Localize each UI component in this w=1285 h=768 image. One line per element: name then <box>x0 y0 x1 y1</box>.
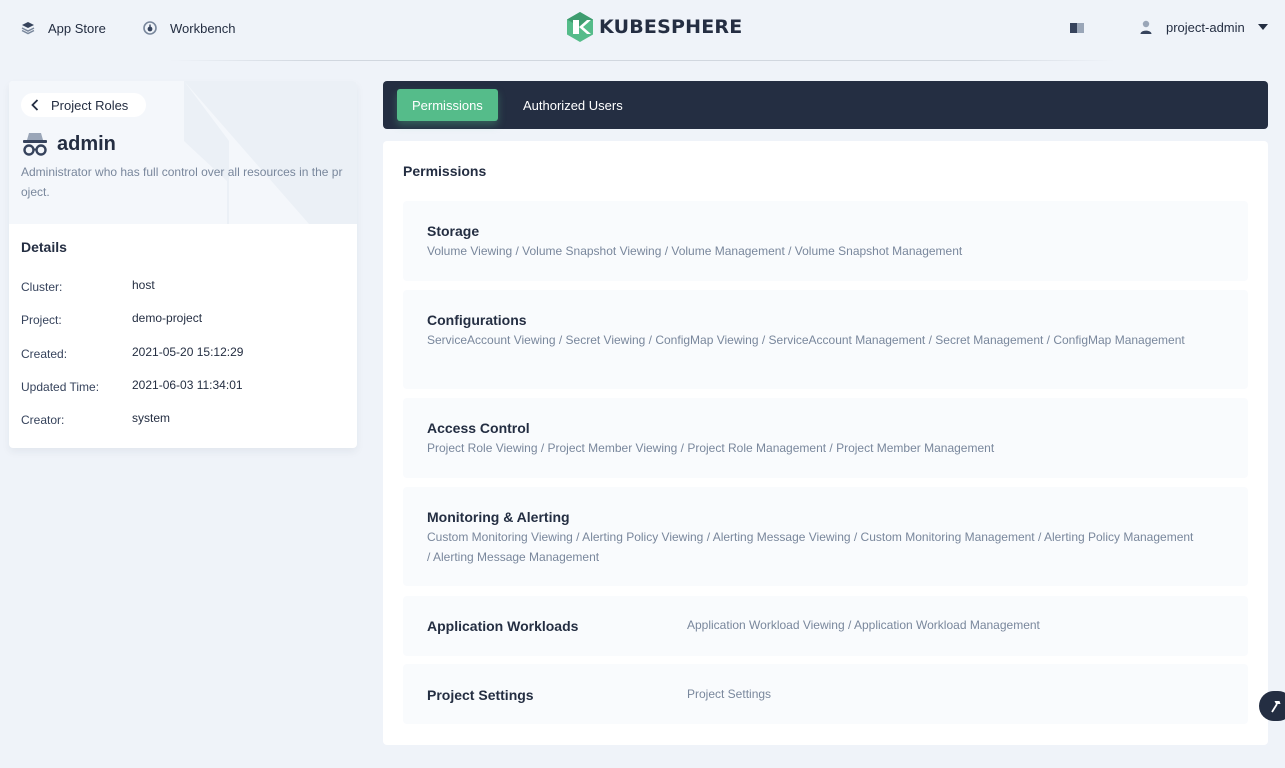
permission-group-access-control: Access Control Project Role Viewing / Pr… <box>403 398 1248 478</box>
permission-group-storage: Storage Volume Viewing / Volume Snapshot… <box>403 201 1248 281</box>
tab-permissions[interactable]: Permissions <box>397 89 498 121</box>
detail-label: Cluster: <box>21 280 63 294</box>
permission-group-project-settings: Project Settings Project Settings <box>403 664 1248 724</box>
toolbox-button[interactable] <box>1259 691 1285 721</box>
nav-workbench[interactable]: Workbench <box>142 18 236 38</box>
permission-group-items: Application Workload Viewing / Applicati… <box>687 618 1040 632</box>
detail-value: 2021-06-03 11:34:01 <box>132 378 243 392</box>
header-divider <box>170 60 1115 61</box>
permission-group-items: Project Settings <box>687 687 772 701</box>
caret-down-icon <box>1257 24 1268 30</box>
permission-group-name: Access Control <box>427 420 530 436</box>
role-summary: Project Roles admin Administrator who ha… <box>9 81 357 224</box>
permission-group-items: Project Role Viewing / Project Member Vi… <box>427 441 995 455</box>
permission-group-name: Monitoring & Alerting <box>427 509 570 525</box>
kubesphere-logo-icon <box>567 12 593 42</box>
role-name: admin <box>57 132 116 155</box>
role-heading: admin <box>21 131 116 157</box>
nav-app-store[interactable]: App Store <box>20 18 106 38</box>
logo-text: KUBESPHERE <box>599 16 743 38</box>
tab-authorized-users[interactable]: Authorized Users <box>508 89 638 121</box>
chevron-left-icon <box>31 99 39 111</box>
detail-label: Created: <box>21 347 68 361</box>
permission-group-name: Application Workloads <box>427 618 579 634</box>
role-info-card: Project Roles admin Administrator who ha… <box>9 81 357 448</box>
nav-workbench-label: Workbench <box>170 20 236 36</box>
detail-label: Updated Time: <box>21 380 100 394</box>
role-description: Administrator who has full control over … <box>21 165 343 199</box>
detail-label: Project: <box>21 313 62 327</box>
detail-value: host <box>132 278 155 292</box>
details-title: Details <box>21 239 67 255</box>
permission-group-application-workloads: Application Workloads Application Worklo… <box>403 596 1248 656</box>
detail-value: demo-project <box>132 311 203 325</box>
hammer-icon <box>1268 699 1282 713</box>
book-icon[interactable] <box>1069 20 1085 36</box>
back-button-label: Project Roles <box>51 97 129 113</box>
permission-group-monitoring-alerting: Monitoring & Alerting Custom Monitoring … <box>403 487 1248 586</box>
nav-app-store-label: App Store <box>48 20 106 36</box>
dashboard-icon <box>142 20 158 36</box>
permissions-panel: Permissions Storage Volume Viewing / Vol… <box>383 141 1268 745</box>
permission-group-name: Project Settings <box>427 687 534 703</box>
user-menu[interactable]: project-admin <box>1138 17 1268 37</box>
permission-group-name: Storage <box>427 223 480 239</box>
permission-group-configurations: Configurations ServiceAccount Viewing / … <box>403 290 1248 389</box>
permission-group-items: Volume Viewing / Volume Snapshot Viewing… <box>427 244 963 258</box>
detail-value: system <box>132 411 171 425</box>
kubesphere-logo[interactable]: KUBESPHERE <box>567 12 742 42</box>
permission-group-items: Custom Monitoring Viewing / Alerting Pol… <box>427 530 1194 564</box>
detail-value: 2021-05-20 15:12:29 <box>132 345 244 359</box>
tabs-bar: Permissions Authorized Users <box>383 81 1268 129</box>
incognito-icon <box>21 131 49 157</box>
username: project-admin <box>1166 19 1245 35</box>
permission-group-items: ServiceAccount Viewing / Secret Viewing … <box>427 333 1185 347</box>
detail-label: Creator: <box>21 413 65 427</box>
back-to-project-roles-button[interactable]: Project Roles <box>21 93 147 117</box>
top-header: App Store Workbench KUBESPHERE project-a… <box>0 0 1285 60</box>
permission-group-name: Configurations <box>427 312 527 328</box>
layers-icon <box>20 20 36 36</box>
permissions-title: Permissions <box>403 163 487 179</box>
user-icon <box>1138 19 1154 35</box>
